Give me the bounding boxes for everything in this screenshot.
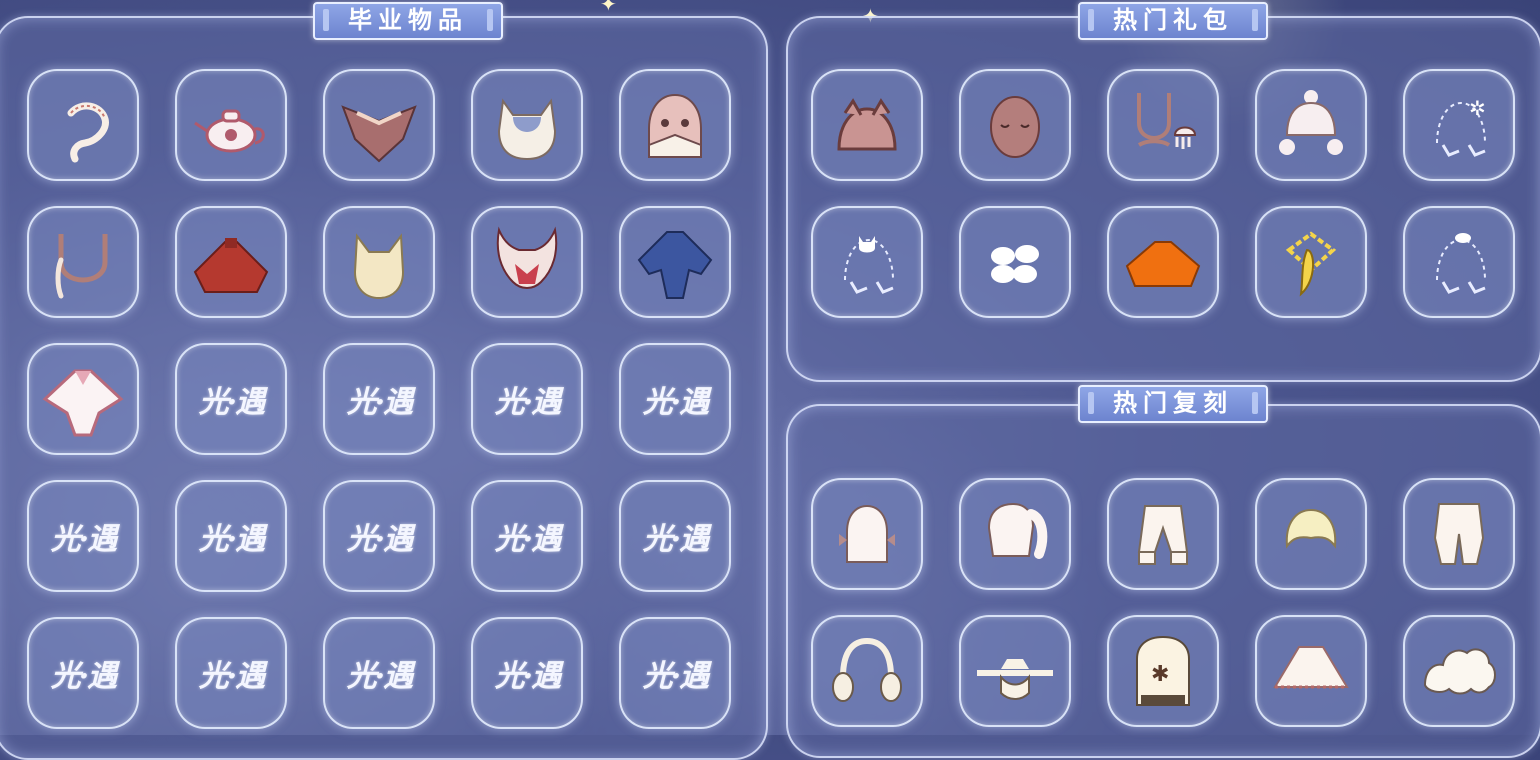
graduation-item-slot[interactable] [27, 69, 139, 181]
graduation-item-slot[interactable]: 光·遇 [619, 617, 731, 729]
graduation-item-slot[interactable]: 光·遇 [27, 617, 139, 729]
svg-text:✲: ✲ [1469, 96, 1486, 120]
red-cape-icon [193, 238, 269, 293]
graduation-item-slot[interactable]: 光·遇 [619, 343, 731, 455]
hot-pack-item-slot[interactable] [1107, 69, 1219, 181]
clover-hair-icon [991, 245, 1039, 283]
hot-retro-item-slot[interactable] [811, 478, 923, 590]
graduation-item-slot[interactable]: 光·遇 [323, 343, 435, 455]
horned-hair-icon [353, 233, 405, 300]
sky-logo-placeholder: 光·遇 [50, 522, 117, 557]
pink-cape-icon [42, 369, 124, 437]
piano-icon: ✱ [1136, 635, 1190, 706]
hood-mask-icon [648, 93, 702, 158]
graduation-item-slot[interactable] [471, 206, 583, 318]
sky-logo-placeholder: 光·遇 [494, 385, 561, 420]
sleepy-mask-icon [990, 96, 1040, 158]
graduation-item-slot[interactable] [175, 69, 287, 181]
graduation-item-slot[interactable] [323, 69, 435, 181]
graduation-item-slot[interactable]: 光·遇 [323, 617, 435, 729]
music-note-emote-icon: ✲ [1436, 96, 1486, 157]
blue-cape-icon [637, 231, 713, 299]
graduation-item-slot[interactable] [323, 206, 435, 318]
graduation-item-slot[interactable]: 光·遇 [175, 480, 287, 592]
hot-retro-item-slot[interactable]: ✱ [1107, 615, 1219, 727]
graduation-item-slot[interactable]: 光·遇 [471, 480, 583, 592]
shrimp-hairpin-icon [67, 102, 109, 163]
cat-ear-hair-icon [497, 98, 557, 161]
hot-retro-item-slot[interactable] [1107, 478, 1219, 590]
hot-retro-item-slot[interactable] [1255, 615, 1367, 727]
hot-pack-item-slot[interactable] [811, 206, 923, 318]
graduation-item-slot[interactable]: 光·遇 [323, 480, 435, 592]
bird-music-emote-icon [1436, 233, 1486, 294]
hot-pack-item-slot[interactable] [1255, 206, 1367, 318]
graduation-item-slot[interactable]: 光·遇 [175, 343, 287, 455]
hot-retro-item-slot[interactable] [959, 478, 1071, 590]
banana-prop-icon [1285, 231, 1337, 297]
teapot-icon [194, 109, 265, 153]
baggy-pants-icon [1433, 503, 1485, 565]
graduation-item-slot[interactable]: 光·遇 [471, 343, 583, 455]
white-pants-icon [1137, 505, 1189, 565]
ponytail-hair-icon [987, 502, 1048, 559]
sky-logo-placeholder: 光·遇 [642, 659, 709, 694]
graduation-item-slot[interactable] [471, 69, 583, 181]
graduation-title: 毕业物品 [313, 2, 503, 40]
hot-retro-item-slot[interactable] [1403, 478, 1515, 590]
sky-logo-placeholder: 光·遇 [198, 385, 265, 420]
hot-pack-item-slot[interactable]: ✲ [1403, 69, 1515, 181]
pig-hat-icon [837, 98, 897, 151]
sky-logo-placeholder: 光·遇 [198, 522, 265, 557]
sky-logo-placeholder: 光·遇 [494, 659, 561, 694]
antler-mask-icon [496, 226, 558, 289]
sky-logo-placeholder: 光·遇 [346, 522, 413, 557]
hot-pack-item-slot[interactable] [959, 206, 1071, 318]
hot-retro-item-slot[interactable] [1403, 615, 1515, 727]
sky-logo-placeholder: 光·遇 [642, 522, 709, 557]
hot-retro-item-slot[interactable] [811, 615, 923, 727]
graduation-item-slot[interactable] [27, 343, 139, 455]
graduation-item-slot[interactable] [175, 206, 287, 318]
graduation-item-slot[interactable] [619, 69, 731, 181]
sky-logo-placeholder: 光·遇 [642, 385, 709, 420]
sky-logo-placeholder: 光·遇 [50, 659, 117, 694]
straw-hat-icon [977, 659, 1053, 700]
hot-pack-item-slot[interactable] [1107, 206, 1219, 318]
earmuffs-icon [832, 637, 902, 702]
twin-tail-hair-icon [839, 504, 895, 563]
graduation-item-slot[interactable] [619, 206, 731, 318]
hot-pack-item-slot[interactable] [811, 69, 923, 181]
pompom-beanie-icon [1279, 90, 1343, 155]
hot-retro-item-slot[interactable] [959, 615, 1071, 727]
wing-cape-icon [341, 105, 417, 163]
sky-logo-placeholder: 光·遇 [346, 659, 413, 694]
svg-text:✱: ✱ [1151, 662, 1169, 687]
hot-retro-title: 热门复刻 [1078, 385, 1268, 423]
short-hair-icon [1285, 508, 1337, 549]
sky-logo-placeholder: 光·遇 [198, 659, 265, 694]
white-cape-icon [1273, 646, 1349, 689]
jellyfish-necklace-icon [1137, 93, 1197, 149]
graduation-item-slot[interactable]: 光·遇 [175, 617, 287, 729]
graduation-item-slot[interactable]: 光·遇 [27, 480, 139, 592]
hot-pack-item-slot[interactable] [1255, 69, 1367, 181]
graduation-item-slot[interactable] [27, 206, 139, 318]
sparkle-icon: ✦ [600, 0, 617, 16]
sky-logo-placeholder: 光·遇 [494, 522, 561, 557]
graduation-item-slot[interactable]: 光·遇 [619, 480, 731, 592]
graduation-item-slot[interactable]: 光·遇 [471, 617, 583, 729]
cloud-hair-icon [1423, 648, 1496, 695]
sky-logo-placeholder: 光·遇 [346, 385, 413, 420]
hot-pack-item-slot[interactable] [1403, 206, 1515, 318]
hot-pack-item-slot[interactable] [959, 69, 1071, 181]
cat-music-emote-icon [844, 236, 894, 294]
orange-cape-icon [1125, 241, 1201, 287]
hot-packs-title: 热门礼包 [1078, 2, 1268, 40]
necklace-icon [55, 234, 108, 299]
hot-retro-item-slot[interactable] [1255, 478, 1367, 590]
